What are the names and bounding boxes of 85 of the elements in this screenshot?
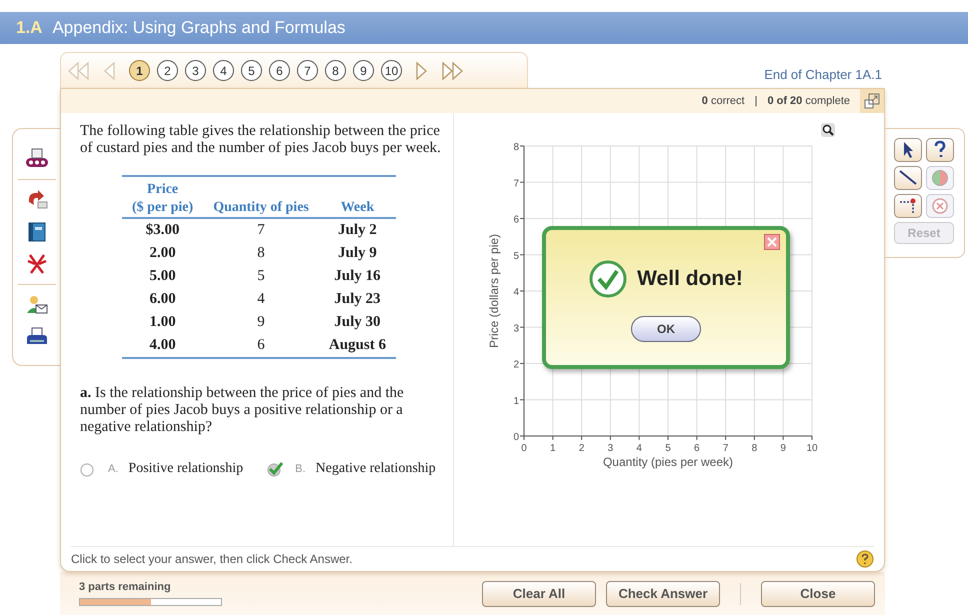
table-cell-text: 9 — [256, 313, 266, 332]
help-icon[interactable] — [856, 550, 874, 568]
question-number-button[interactable]: 2 — [157, 60, 178, 81]
ok-button[interactable]: OK — [631, 316, 701, 342]
question-number-button[interactable]: 9 — [353, 60, 374, 81]
answer-option[interactable]: A. Positive relationship — [80, 460, 244, 478]
question-number-button[interactable]: 3 — [185, 60, 206, 81]
x-tick-label: 0 — [521, 443, 527, 454]
parts-remaining-label: 3 parts remaining — [79, 581, 172, 593]
y-tick-label: 2 — [513, 360, 519, 370]
x-tick-label: 9 — [780, 443, 786, 454]
correct-count: 0 correct — [702, 95, 745, 107]
close-icon[interactable] — [764, 234, 780, 250]
table-cell-text: July 16 — [333, 267, 382, 286]
table-cell: August 6 — [318, 334, 396, 358]
x-tick-label: 5 — [665, 443, 671, 454]
section-number: 1.A — [16, 18, 42, 38]
x-axis-title: Quantity (pies per week) — [602, 455, 734, 469]
y-tick-label: 3 — [513, 323, 519, 334]
column-header: Week — [318, 176, 396, 218]
expand-button[interactable] — [860, 89, 884, 113]
question-number-button[interactable]: 10 — [381, 60, 402, 81]
action-button[interactable]: Close — [761, 580, 875, 606]
question-number-button[interactable]: 6 — [269, 60, 290, 81]
table-cell-text: 1.00 — [148, 313, 177, 332]
instruction-text: Click to select your answer, then click Check Answer. — [71, 552, 352, 566]
table-cell-text: July 9 — [337, 244, 378, 263]
last-arrow-button[interactable] — [440, 60, 464, 80]
pointer-tool-button[interactable] — [894, 138, 922, 162]
x-tick-label: 10 — [806, 443, 818, 454]
line-tool-button[interactable] — [894, 166, 922, 190]
x-tick-label: 8 — [752, 443, 758, 454]
question-number-button[interactable]: 4 — [213, 60, 234, 81]
completion-count: 0 of 20 complete — [767, 95, 850, 107]
help-tool-button[interactable] — [926, 138, 954, 162]
x-tick-label: 3 — [608, 443, 614, 454]
delete-icon — [930, 196, 950, 216]
y-axis-title: Price (dollars per pie) — [487, 234, 501, 348]
question-number-button[interactable]: 7 — [297, 60, 318, 81]
figure-icon[interactable] — [24, 252, 48, 276]
window-title: Appendix: Using Graphs and Formulas — [52, 18, 346, 38]
y-tick-label: 5 — [513, 250, 519, 262]
radio-button[interactable] — [267, 460, 286, 478]
table-cell: July 2 — [318, 218, 396, 242]
column-header: Price ($ per pie) — [122, 176, 204, 218]
table-cell-text: 5 — [256, 267, 266, 286]
table-cell-text: July 23 — [333, 290, 382, 309]
x-tick-label: 4 — [636, 443, 642, 454]
point-icon — [898, 196, 918, 216]
x-tick-label: 6 — [694, 443, 700, 454]
y-tick-label: 6 — [513, 214, 519, 226]
y-tick-label: 8 — [513, 142, 519, 153]
y-tick-label: 4 — [513, 287, 519, 298]
y-tick-label: 7 — [513, 178, 519, 190]
table-cell: 4.00 — [122, 334, 204, 358]
question-number-button[interactable]: 5 — [241, 60, 262, 81]
question-number-button[interactable]: 1 — [129, 60, 150, 81]
table-cell: 7 — [203, 218, 319, 242]
answer-option[interactable]: B. Negative relationship — [267, 460, 436, 478]
chapter-link[interactable]: End of Chapter 1A.1 — [764, 67, 882, 82]
table-cell-text: 2.00 — [148, 244, 177, 263]
x-tick-label: 2 — [578, 443, 584, 454]
question-number-button[interactable]: 8 — [325, 60, 346, 81]
column-header: Quantity of pies — [203, 176, 319, 218]
circle-icon — [930, 168, 950, 188]
action-button[interactable]: Check Answer — [606, 580, 720, 606]
table-cell-text: 5.00 — [148, 267, 177, 286]
x-tick-label: 1 — [550, 443, 556, 454]
table-cell-text: July 30 — [333, 313, 382, 332]
check-circle-icon — [589, 260, 628, 298]
zoom-icon[interactable] — [821, 123, 835, 137]
y-tick-label: 0 — [513, 432, 519, 443]
question-text: The following table gives the relationship between the price of custard pies and the number of pies Jacob buys per week. — [80, 123, 442, 157]
table-cell-text: 4 — [256, 290, 266, 309]
y-tick-label: 1 — [513, 396, 519, 407]
table-cell: $3.00 — [122, 218, 204, 242]
table-cell: 6 — [203, 334, 319, 358]
table-cell-text: 6.00 — [148, 290, 177, 309]
table-cell-text: 8 — [256, 244, 266, 263]
separator: | — [754, 95, 758, 107]
x-tick-label: 7 — [722, 443, 728, 454]
point-tool-button[interactable] — [894, 194, 922, 218]
question-part: a. Is the relationship between the price of pies and the number of pies Jacob buys a positive relationship or a negative relationship? — [80, 385, 405, 436]
action-button[interactable]: Clear All — [482, 580, 596, 606]
feedback-message: Well done! — [637, 267, 743, 291]
